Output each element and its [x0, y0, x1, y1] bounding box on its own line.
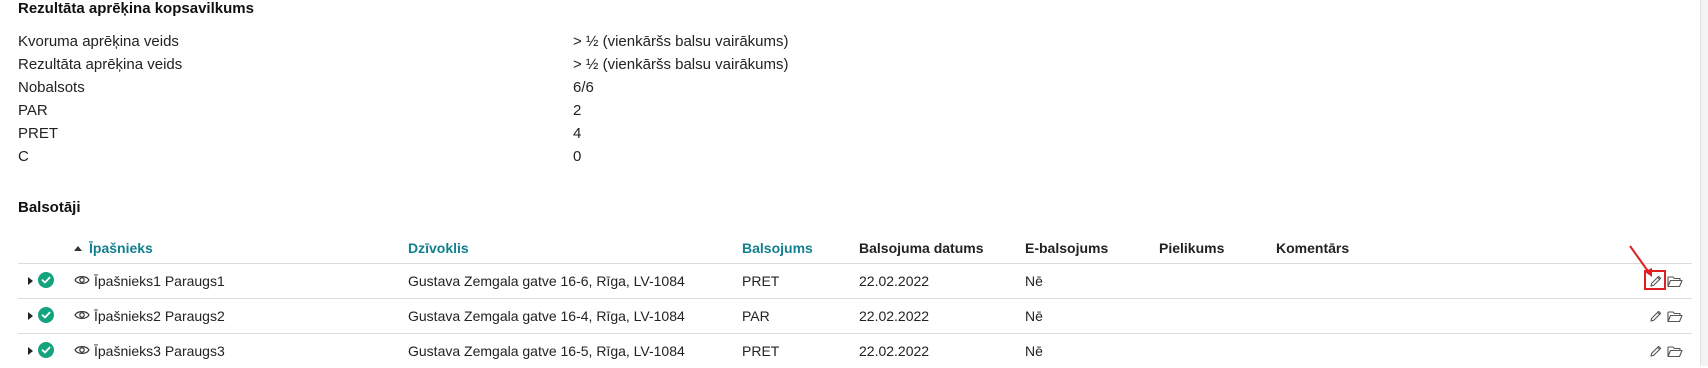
vote-date: 22.02.2022	[859, 343, 930, 359]
vote-date: 22.02.2022	[859, 273, 930, 289]
column-header-owner[interactable]: Īpašnieks	[74, 240, 153, 256]
summary-label-for: PAR	[18, 102, 48, 119]
summary-value-voted: 6/6	[573, 79, 594, 96]
column-header-vote[interactable]: Balsojums	[742, 240, 813, 256]
eye-icon[interactable]	[74, 274, 90, 286]
summary-value-quorum-type: > ½ (vienkāršs balsu vairākums)	[573, 33, 789, 50]
annotation-arrow-icon	[1629, 245, 1652, 277]
evote-value: Nē	[1025, 308, 1043, 324]
table-row: Īpašnieks1 Paraugs1 Gustava Zemgala gatv…	[0, 264, 1700, 298]
apartment-address: Gustava Zemgala gatve 16-6, Rīga, LV-108…	[408, 273, 685, 289]
table-row: Īpašnieks3 Paraugs3 Gustava Zemgala gatv…	[0, 334, 1700, 368]
eye-icon[interactable]	[74, 344, 90, 356]
summary-label-quorum-type: Kvoruma aprēķina veids	[18, 33, 179, 50]
sort-ascending-icon	[74, 246, 82, 251]
summary-label-against: PRET	[18, 125, 59, 142]
apartment-address: Gustava Zemgala gatve 16-4, Rīga, LV-108…	[408, 308, 685, 324]
check-circle-icon	[38, 342, 54, 358]
owner-name: Īpašnieks1 Paraugs1	[94, 273, 225, 289]
column-header-date: Balsojuma datums	[859, 240, 984, 256]
owner-name: Īpašnieks2 Paraugs2	[94, 308, 225, 324]
expand-row-icon[interactable]	[28, 312, 33, 320]
summary-value-result-type: > ½ (vienkāršs balsu vairākums)	[573, 56, 789, 73]
summary-value-against: 4	[573, 125, 582, 142]
vertical-scrollbar[interactable]	[1700, 0, 1708, 366]
column-header-attachment: Pielikums	[1159, 240, 1225, 256]
expand-row-icon[interactable]	[28, 347, 33, 355]
check-circle-icon	[38, 307, 54, 323]
vote-value: PAR	[742, 308, 770, 324]
evote-value: Nē	[1025, 343, 1043, 359]
owner-name: Īpašnieks3 Paraugs3	[94, 343, 225, 359]
column-header-owner-label: Īpašnieks	[89, 240, 153, 256]
table-row: Īpašnieks2 Paraugs2 Gustava Zemgala gatv…	[0, 299, 1700, 333]
summary-title: Rezultāta aprēķina kopsavilkums	[18, 0, 254, 17]
folder-icon[interactable]	[1667, 310, 1683, 323]
column-header-evote: E-balsojums	[1025, 240, 1109, 256]
folder-icon[interactable]	[1667, 275, 1683, 288]
vote-value: PRET	[742, 343, 780, 359]
voters-title: Balsotāji	[18, 199, 81, 216]
check-circle-icon	[38, 272, 54, 288]
summary-label-voted: Nobalsots	[18, 79, 85, 96]
folder-icon[interactable]	[1667, 345, 1683, 358]
vote-value: PRET	[742, 273, 780, 289]
vote-date: 22.02.2022	[859, 308, 930, 324]
edit-icon[interactable]	[1649, 309, 1663, 323]
evote-value: Nē	[1025, 273, 1043, 289]
edit-icon[interactable]	[1649, 344, 1663, 358]
summary-value-abstain: 0	[573, 148, 582, 165]
eye-icon[interactable]	[74, 309, 90, 321]
column-header-comment: Komentārs	[1276, 240, 1350, 256]
column-header-apartment[interactable]: Dzīvoklis	[408, 240, 469, 256]
summary-label-result-type: Rezultāta aprēķina veids	[18, 56, 183, 73]
summary-label-abstain: C	[18, 148, 29, 165]
expand-row-icon[interactable]	[28, 277, 33, 285]
summary-value-for: 2	[573, 102, 582, 119]
apartment-address: Gustava Zemgala gatve 16-5, Rīga, LV-108…	[408, 343, 685, 359]
